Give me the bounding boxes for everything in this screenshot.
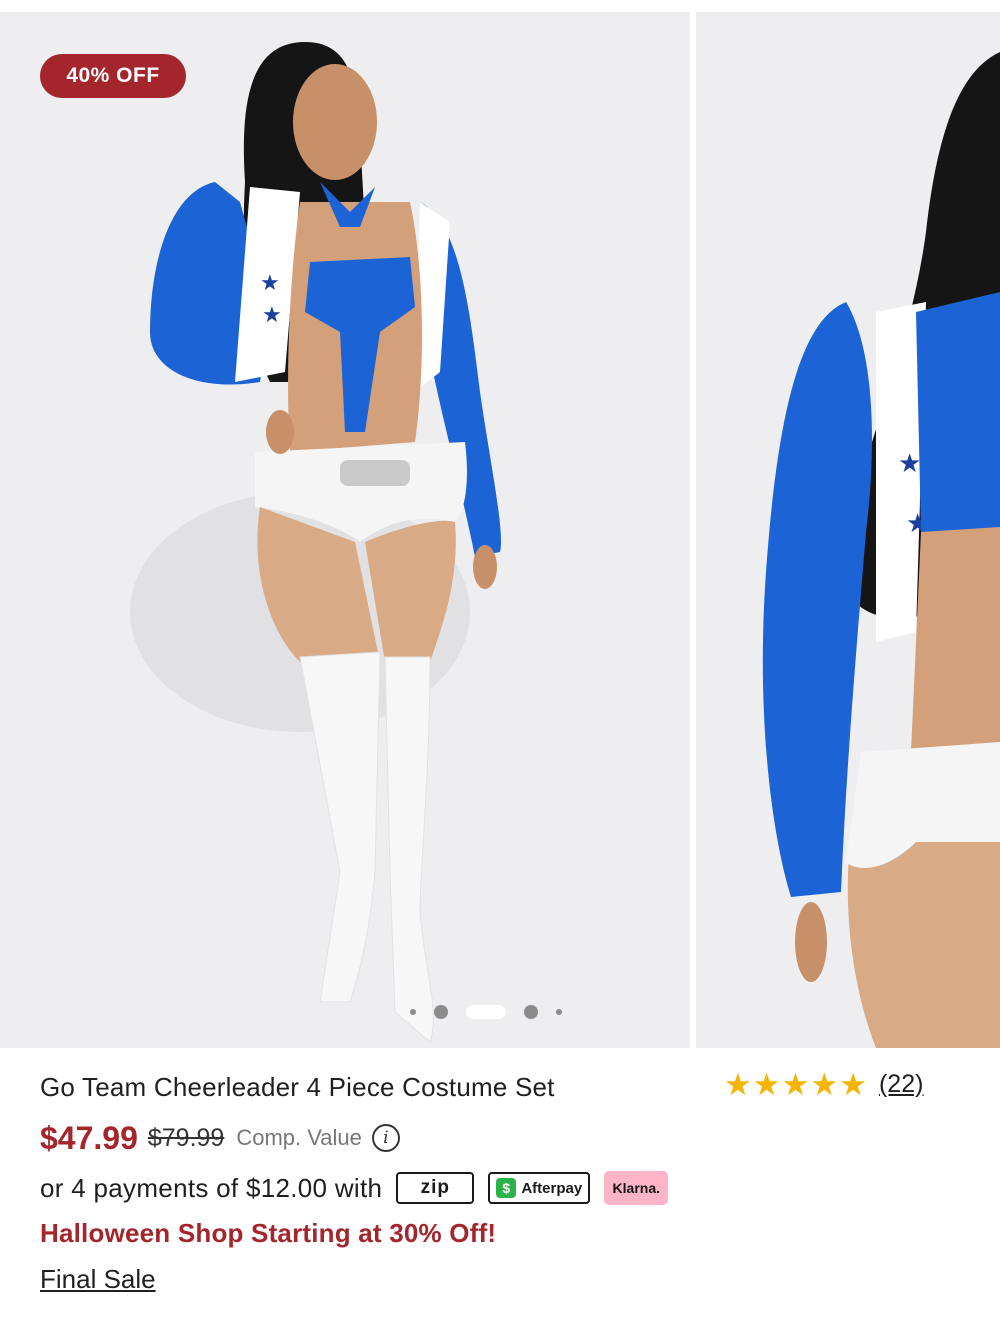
svg-text:★: ★ bbox=[262, 303, 282, 328]
original-price: $79.99 bbox=[147, 1123, 225, 1152]
rating-stars: ★ ★ ★ ★ ★ bbox=[724, 1069, 867, 1100]
installment-text: or 4 payments of $12.00 with bbox=[40, 1172, 383, 1203]
model-front-illustration: ★ ★ bbox=[130, 42, 501, 1043]
carousel-dot[interactable] bbox=[410, 1009, 416, 1015]
price-row: $47.99 $79.99 Comp. Value i bbox=[40, 1118, 400, 1158]
svg-text:★: ★ bbox=[260, 271, 280, 296]
model-side-illustration: ★ ★ bbox=[762, 52, 1000, 1048]
star-icon: ★ bbox=[810, 1066, 839, 1102]
promo-banner-link[interactable]: Halloween Shop Starting at 30% Off! bbox=[40, 1218, 496, 1249]
sale-price: $47.99 bbox=[40, 1119, 138, 1156]
review-count-link[interactable]: (22) bbox=[879, 1070, 923, 1099]
carousel-dot[interactable] bbox=[434, 1005, 448, 1019]
product-rating[interactable]: ★ ★ ★ ★ ★ (22) bbox=[724, 1066, 923, 1102]
installment-row: or 4 payments of $12.00 with zip $ After… bbox=[40, 1168, 669, 1208]
cash-icon: $ bbox=[496, 1178, 517, 1198]
star-icon: ★ bbox=[724, 1066, 752, 1102]
info-icon[interactable]: i bbox=[371, 1124, 400, 1152]
carousel-dot[interactable] bbox=[556, 1009, 562, 1015]
discount-badge: 40% OFF bbox=[40, 54, 186, 98]
carousel-dot[interactable] bbox=[524, 1005, 538, 1019]
afterpay-label: Afterpay bbox=[521, 1179, 583, 1197]
star-icon: ★ bbox=[839, 1066, 867, 1102]
zip-wordmark: zip bbox=[420, 1177, 450, 1198]
klarna-logo[interactable]: Klarna. bbox=[604, 1171, 669, 1205]
final-sale-link[interactable]: Final Sale bbox=[40, 1264, 156, 1295]
product-image-next[interactable]: ★ ★ bbox=[696, 12, 1000, 1048]
carousel-dot-active[interactable] bbox=[466, 1005, 506, 1019]
product-image-main[interactable]: ★ ★ 40% OFF bbox=[0, 12, 690, 1048]
product-image-gallery[interactable]: ★ ★ 40% OFF ★ ★ bbox=[0, 0, 1000, 1048]
product-title: Go Team Cheerleader 4 Piece Costume Set bbox=[40, 1072, 555, 1102]
svg-text:★: ★ bbox=[898, 449, 921, 479]
star-icon: ★ bbox=[752, 1066, 781, 1102]
afterpay-logo[interactable]: $ Afterpay bbox=[488, 1172, 591, 1204]
star-icon: ★ bbox=[781, 1066, 810, 1102]
carousel-pagination[interactable] bbox=[410, 1002, 562, 1022]
zip-logo[interactable]: zip bbox=[396, 1172, 475, 1204]
comp-value-label: Comp. Value bbox=[236, 1125, 362, 1150]
